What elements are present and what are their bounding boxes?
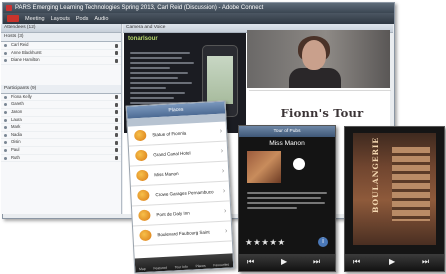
user-icon — [4, 141, 7, 145]
tab-places[interactable]: Places — [195, 264, 205, 270]
microphone-icon — [115, 140, 118, 145]
rating-stars[interactable]: ★★★★★ — [245, 237, 286, 248]
tab-favourites[interactable]: Favourites — [213, 263, 229, 269]
microphone-icon — [115, 95, 118, 100]
app-icon — [6, 5, 12, 11]
attendee-row[interactable]: Nadia — [1, 132, 121, 140]
place-icon — [136, 169, 149, 182]
adobe-logo-icon — [7, 15, 19, 22]
chevron-right-icon: › — [223, 207, 227, 215]
attendee-pod: Attendees (12) Hosts (3) Carl Reid Anne … — [1, 24, 122, 214]
place-name: Miss Manon — [269, 140, 305, 147]
place-icon — [133, 129, 147, 142]
hosts-section-header: Hosts (3) — [1, 33, 121, 42]
menu-layouts[interactable]: Layouts — [51, 16, 70, 22]
user-icon — [4, 118, 7, 122]
user-icon — [4, 59, 7, 63]
place-photo — [247, 151, 281, 183]
audio-play-icon[interactable] — [293, 158, 305, 170]
play-icon[interactable]: ▶ — [389, 257, 395, 266]
tab-tour-info[interactable]: Tour Info — [175, 265, 188, 271]
bread-shelves — [392, 147, 430, 221]
media-controls: ⏮ ▶ ⏭ — [345, 254, 444, 271]
attendee-row[interactable]: Laura — [1, 117, 121, 125]
phone-list-screen: Places Statue of Fionnla › Grand Canal Ho… — [125, 100, 235, 274]
attendee-pod-header: Attendees (12) — [1, 24, 121, 33]
chevron-right-icon: › — [219, 127, 223, 135]
info-icon[interactable]: i — [318, 237, 328, 247]
tab-map[interactable]: Map — [139, 267, 146, 272]
storefront-sign: BOULANGERIE — [371, 136, 380, 213]
menubar: Meeting Layouts Pods Audio — [3, 13, 394, 24]
list-item[interactable]: Boulevard Faubourg Saint › — [133, 221, 232, 247]
user-icon — [4, 44, 7, 47]
user-icon — [4, 148, 7, 152]
window-titlebar: PARS Emerging Learning Technologies Spri… — [3, 3, 394, 13]
webcam-video — [247, 30, 390, 88]
phone-photo-screen: BOULANGERIE ⏮ ▶ ⏭ — [344, 126, 445, 272]
microphone-icon — [115, 148, 118, 153]
attendee-row[interactable]: Gareth — [1, 101, 121, 109]
place-icon — [139, 229, 152, 242]
place-icon — [137, 189, 150, 202]
microphone-icon — [115, 118, 118, 123]
microphone-icon — [115, 51, 118, 56]
user-icon — [4, 156, 7, 160]
next-icon[interactable]: ⏭ — [313, 257, 320, 267]
previous-icon[interactable]: ⏮ — [353, 257, 360, 267]
attendee-row[interactable]: Ruth — [1, 155, 121, 163]
microphone-icon — [115, 125, 118, 130]
user-icon — [4, 103, 7, 107]
place-icon — [138, 209, 151, 222]
participants-section-header: Participants (9) — [1, 84, 121, 94]
menu-pods[interactable]: Pods — [76, 16, 89, 22]
slide-title: Fionn's Tour — [280, 106, 364, 120]
attendee-row[interactable]: Jason — [1, 109, 121, 117]
attendee-row[interactable]: Fiona Kelly — [1, 94, 121, 102]
play-icon[interactable]: ▶ — [281, 257, 287, 266]
attendee-row[interactable]: Anne Blackhurst — [1, 50, 121, 58]
microphone-icon — [115, 43, 118, 48]
window-title: PARS Emerging Learning Technologies Spri… — [15, 5, 264, 11]
user-icon — [4, 110, 7, 114]
user-icon — [4, 126, 7, 130]
place-icon — [135, 149, 148, 162]
user-icon — [4, 51, 7, 55]
attendee-row[interactable]: Carl Reid — [1, 42, 121, 50]
user-icon — [4, 95, 7, 99]
attendee-row[interactable]: Paul — [1, 147, 121, 155]
menu-meeting[interactable]: Meeting — [25, 16, 45, 22]
chevron-right-icon: › — [220, 147, 224, 155]
attendee-row[interactable]: Oisin — [1, 139, 121, 147]
previous-icon[interactable]: ⏮ — [247, 257, 254, 267]
microphone-icon — [115, 156, 118, 161]
microphone-icon — [115, 58, 118, 63]
phone-detail-navbar: Tour of Pubs — [239, 126, 335, 137]
menu-audio[interactable]: Audio — [94, 16, 108, 22]
attendee-row[interactable]: Diane Hamilton — [1, 57, 121, 65]
chevron-right-icon: › — [221, 167, 225, 175]
microphone-icon — [115, 110, 118, 115]
attendee-row[interactable]: Mark — [1, 124, 121, 132]
chevron-right-icon: › — [224, 227, 228, 235]
slide-text-lines — [130, 49, 196, 107]
phone-tab-bar: Map Featured Tour Info Places Favourites — [134, 253, 234, 273]
media-controls: ⏮ ▶ ⏭ — [239, 254, 335, 271]
user-icon — [4, 133, 7, 137]
microphone-icon — [115, 133, 118, 138]
microphone-icon — [115, 102, 118, 107]
phone-detail-screen: Tour of Pubs Miss Manon ★★★★★ i ⏮ ▶ ⏭ — [238, 125, 336, 272]
next-icon[interactable]: ⏭ — [422, 257, 429, 267]
slide-brand-text: tonarlsour — [128, 36, 158, 42]
chevron-right-icon: › — [222, 187, 226, 195]
